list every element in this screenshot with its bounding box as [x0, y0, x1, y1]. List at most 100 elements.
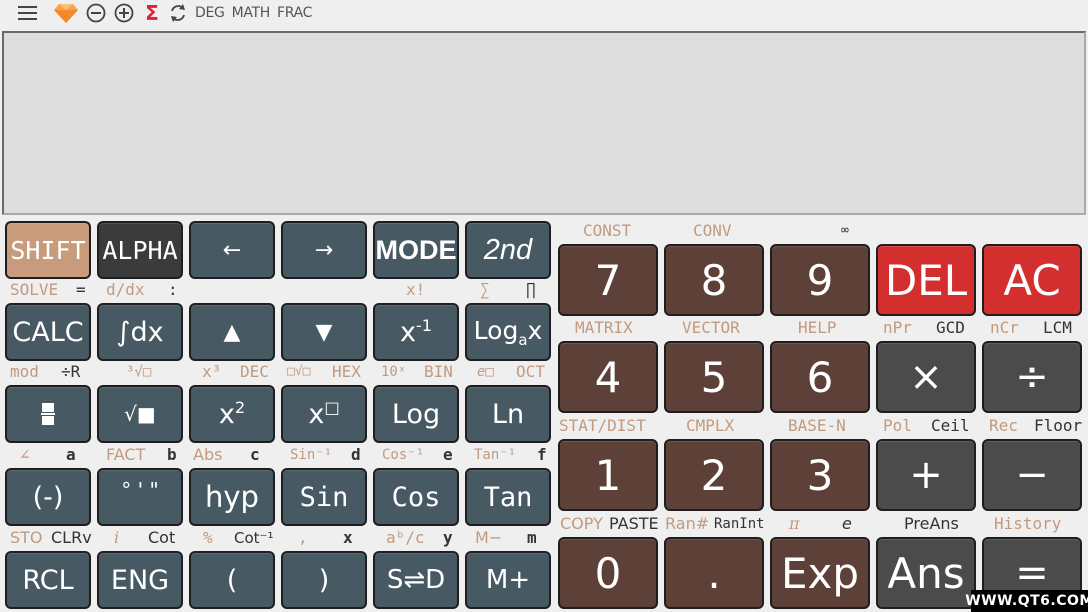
- negative-key[interactable]: (-): [5, 468, 91, 526]
- digit-5-key[interactable]: 5: [664, 341, 764, 413]
- open-paren-key[interactable]: (: [189, 551, 275, 609]
- imaginary-label: i: [114, 528, 120, 547]
- diamond-icon[interactable]: [53, 1, 79, 25]
- sqrt-key[interactable]: √■: [97, 385, 183, 443]
- shift-key-label: SHIFT: [10, 235, 86, 265]
- rotate-icon[interactable]: [167, 1, 189, 25]
- digit-2-key[interactable]: 2: [664, 439, 764, 511]
- power-base: x: [308, 399, 325, 430]
- divide-icon: ÷: [1015, 354, 1049, 400]
- hyp-key-label: hyp: [205, 480, 259, 514]
- digit-9-key[interactable]: 9: [770, 244, 870, 316]
- multiply-icon: ×: [909, 354, 943, 400]
- multiply-key[interactable]: ×: [876, 341, 976, 413]
- hyp-key[interactable]: hyp: [189, 468, 275, 526]
- digit-1-key[interactable]: 1: [558, 439, 658, 511]
- digit-7-key[interactable]: 7: [558, 244, 658, 316]
- hex-label: HEX: [332, 362, 361, 381]
- decimal-point-key[interactable]: .: [664, 537, 764, 609]
- input-mode-indicator[interactable]: MATH: [232, 5, 271, 21]
- integral-key-label: ∫dx: [116, 316, 164, 348]
- sin-key[interactable]: Sin: [281, 468, 367, 526]
- loga-subscript: a: [518, 330, 528, 349]
- cube-label: x³: [202, 362, 222, 381]
- ln-key[interactable]: Ln: [465, 385, 551, 443]
- lcm-label: LCM: [1043, 318, 1072, 337]
- digit-8-key[interactable]: 8: [664, 244, 764, 316]
- derivative-label: d/dx: [106, 280, 145, 299]
- factorial-label: x!: [406, 280, 426, 299]
- mode-key[interactable]: MODE: [373, 221, 459, 279]
- digit-3-key[interactable]: 3: [770, 439, 870, 511]
- vector-label: VECTOR: [682, 318, 740, 337]
- minus-key[interactable]: −: [982, 439, 1082, 511]
- cursor-left-key[interactable]: ←: [189, 221, 275, 279]
- eng-key[interactable]: ENG: [97, 551, 183, 609]
- all-clear-key[interactable]: AC: [982, 244, 1082, 316]
- arrow-left-icon: ←: [222, 237, 242, 263]
- exponent-key[interactable]: Exp: [770, 537, 870, 609]
- calc-key[interactable]: CALC: [5, 303, 91, 361]
- answer-key-label: Ans: [887, 548, 965, 598]
- degree-minute-second-key[interactable]: ° ' ": [97, 468, 183, 526]
- arctan-label: Tan⁻¹: [474, 447, 517, 463]
- e-power-label: e□: [477, 364, 494, 380]
- standard-decimal-key[interactable]: S⇌D: [373, 551, 459, 609]
- alpha-key-label: ALPHA: [102, 235, 178, 265]
- var-b-label: b: [167, 445, 177, 464]
- delete-key[interactable]: DEL: [876, 244, 976, 316]
- sum-label: ∑: [480, 280, 490, 299]
- plus-circle-icon[interactable]: [113, 1, 135, 25]
- inverse-key[interactable]: x-1: [373, 303, 459, 361]
- sigma-icon[interactable]: Σ: [143, 1, 161, 25]
- tan-key[interactable]: Tan: [465, 468, 551, 526]
- oct-label: OCT: [516, 362, 545, 381]
- integral-key[interactable]: ∫dx: [97, 303, 183, 361]
- mod-label: mod: [10, 362, 39, 381]
- stat-dist-label: STAT/DIST: [559, 416, 646, 435]
- menu-icon[interactable]: [17, 1, 39, 25]
- plus-key[interactable]: +: [876, 439, 976, 511]
- base-n-label: BASE-N: [788, 416, 846, 435]
- inverse-base: x: [399, 317, 416, 348]
- cursor-up-key[interactable]: ▲: [189, 303, 275, 361]
- digit-6-key[interactable]: 6: [770, 341, 870, 413]
- calculator-display[interactable]: [2, 31, 1086, 215]
- angle-mode-indicator[interactable]: DEG: [195, 5, 225, 21]
- log-base-a-key[interactable]: Logax: [465, 303, 551, 361]
- digit-2-label: 2: [700, 450, 728, 500]
- square-key[interactable]: x2: [189, 385, 275, 443]
- cursor-right-key[interactable]: →: [281, 221, 367, 279]
- arcsin-label: Sin⁻¹: [290, 447, 333, 463]
- minus-circle-icon[interactable]: [85, 1, 107, 25]
- rcl-key-label: RCL: [22, 564, 74, 596]
- product-label: ∏: [526, 280, 536, 299]
- output-mode-indicator[interactable]: FRAC: [277, 5, 312, 21]
- fact-label: FACT: [106, 445, 146, 464]
- cos-key[interactable]: Cos: [373, 468, 459, 526]
- answer-key[interactable]: Ans: [876, 537, 976, 609]
- memory-plus-key[interactable]: M+: [465, 551, 551, 609]
- digit-4-key[interactable]: 4: [558, 341, 658, 413]
- power-key[interactable]: x□: [281, 385, 367, 443]
- cursor-down-key[interactable]: ▼: [281, 303, 367, 361]
- var-a-label: a: [66, 445, 76, 464]
- dec-label: DEC: [240, 362, 269, 381]
- digit-0-key[interactable]: 0: [558, 537, 658, 609]
- alpha-key[interactable]: ALPHA: [97, 221, 183, 279]
- rcl-key[interactable]: RCL: [5, 551, 91, 609]
- calc-key-label: CALC: [12, 316, 84, 348]
- square-exponent: 2: [234, 398, 246, 417]
- sto-label: STO: [10, 528, 43, 547]
- power-exponent: □: [324, 398, 340, 417]
- shift-key[interactable]: SHIFT: [5, 221, 91, 279]
- divide-key[interactable]: ÷: [982, 341, 1082, 413]
- close-paren-key[interactable]: ): [281, 551, 367, 609]
- fraction-key[interactable]: [5, 385, 91, 443]
- cot-label: Cot: [148, 528, 176, 547]
- var-m-label: m: [527, 528, 537, 547]
- second-function-key[interactable]: 2nd: [465, 221, 551, 279]
- log-key[interactable]: Log: [373, 385, 459, 443]
- percent-label: %: [203, 528, 213, 547]
- triangle-up-icon: ▲: [223, 319, 241, 345]
